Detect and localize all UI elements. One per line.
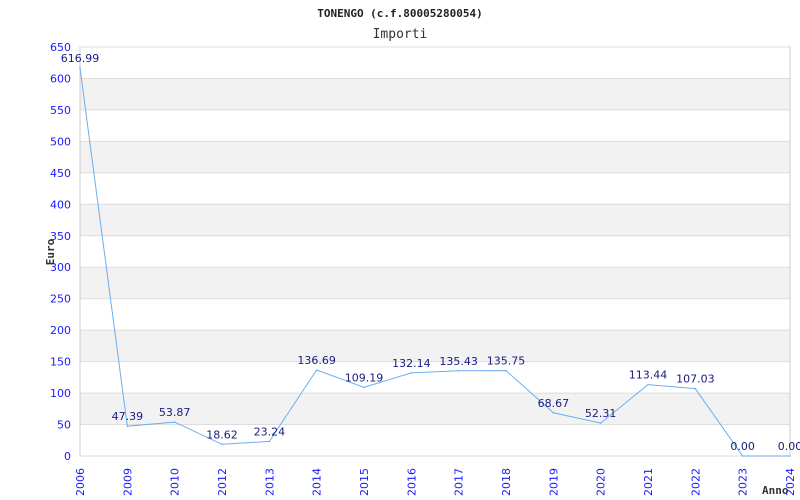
y-tick-label: 600: [50, 72, 71, 85]
data-point: [173, 421, 176, 423]
grid-band: [80, 330, 790, 362]
x-tick-label: 2014: [311, 468, 324, 496]
x-tick-label: 2018: [500, 468, 513, 496]
y-tick-label: 400: [50, 198, 71, 211]
line-chart: TONENGO (c.f.80005280054) Importi 0 50 100…: [44, 7, 800, 497]
data-point: [457, 369, 460, 372]
data-label: 47.39: [112, 410, 144, 423]
x-tick-label: 2009: [121, 468, 134, 496]
data-point: [552, 411, 555, 414]
data-label: 18.62: [206, 428, 238, 441]
data-point: [315, 369, 318, 371]
data-label: 68.67: [538, 397, 570, 410]
x-tick-label: 2023: [737, 468, 750, 496]
x-tick-label: 2019: [547, 468, 560, 496]
y-tick-label: 500: [50, 135, 71, 148]
data-point: [221, 443, 223, 446]
x-tick-label: 2006: [74, 468, 87, 496]
data-point: [599, 422, 602, 424]
data-point: [694, 387, 697, 390]
data-point: [741, 455, 744, 457]
y-tick-label: 200: [50, 324, 71, 337]
data-label: 132.14: [392, 357, 431, 370]
data-point: [363, 386, 365, 389]
x-tick-label: 2020: [595, 468, 608, 496]
chart-subtitle: Importi: [373, 27, 428, 42]
x-tick-label: 2012: [216, 468, 229, 496]
data-label: 0.00: [730, 440, 755, 453]
y-axis-label: Euro: [44, 238, 57, 265]
x-tick-label: 2013: [263, 468, 276, 496]
x-axis-label: Anno: [762, 484, 789, 497]
grid-band: [80, 141, 790, 173]
x-tick-label: 2016: [405, 468, 418, 496]
data-point: [789, 455, 791, 457]
data-label: 113.44: [629, 369, 668, 382]
data-label: 0.00: [778, 440, 800, 453]
grid-band: [80, 78, 790, 110]
chart-title: TONENGO (c.f.80005280054): [317, 7, 483, 20]
data-point: [410, 372, 413, 374]
x-tick-label: 2010: [169, 468, 182, 496]
data-label: 109.19: [345, 371, 384, 384]
grid-band: [80, 204, 790, 236]
data-label: 135.43: [439, 355, 478, 368]
x-tick-label: 2017: [453, 468, 466, 496]
data-label: 136.69: [297, 354, 336, 367]
data-label: 616.99: [61, 52, 100, 65]
y-tick-label: 100: [50, 387, 71, 400]
data-point: [126, 425, 129, 427]
x-tick-label: 2021: [642, 468, 655, 496]
data-point: [647, 383, 649, 386]
data-point: [505, 369, 507, 372]
y-tick-label: 150: [50, 356, 71, 369]
grid-band: [80, 267, 790, 299]
data-point: [79, 66, 81, 69]
data-label: 53.87: [159, 406, 191, 419]
y-tick-label: 550: [50, 104, 71, 117]
x-tick-label: 2015: [358, 468, 371, 496]
x-tick-label: 2022: [689, 468, 702, 496]
data-label: 23.24: [254, 425, 286, 438]
data-point: [268, 440, 271, 443]
y-tick-label: 450: [50, 167, 71, 180]
y-tick-label: 0: [64, 450, 71, 463]
data-label: 107.03: [676, 373, 715, 386]
y-tick-label: 250: [50, 293, 71, 306]
data-label: 135.75: [487, 355, 526, 368]
y-tick-label: 50: [57, 419, 71, 432]
data-label: 52.31: [585, 407, 617, 420]
